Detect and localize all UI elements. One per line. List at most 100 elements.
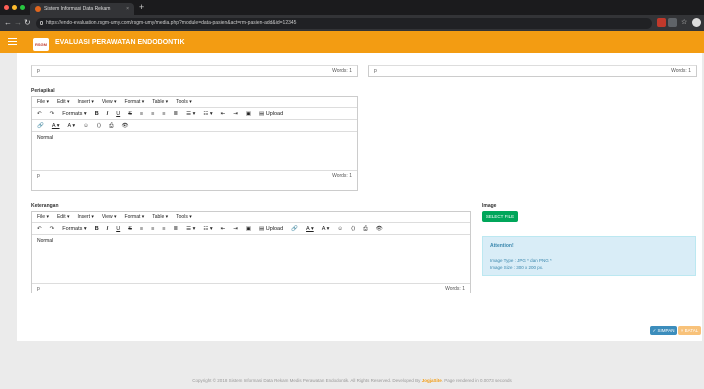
emoticons-icon[interactable]: ☺ [83,120,89,131]
periapikal-label: Periapikal [31,88,55,94]
formats-dropdown[interactable]: Formats ▾ [62,108,86,119]
align-center-icon[interactable]: ≡ [151,223,154,234]
reload-icon[interactable]: ↻ [24,15,31,31]
justify-icon[interactable]: ≣ [174,223,179,234]
bold-icon[interactable]: B [95,223,99,234]
back-arrow-icon[interactable]: ← [4,15,12,31]
periapikal-editor: File ▾ Edit ▾ Insert ▾ View ▾ Format ▾ Table … [31,96,358,191]
editor-content[interactable]: Normal [32,132,357,170]
element-path: p [37,173,40,179]
menu-tools[interactable]: Tools ▾ [176,212,192,222]
underline-icon[interactable]: U [116,108,120,119]
align-left-icon[interactable]: ≡ [140,223,143,234]
link-icon[interactable]: 🔗 [37,120,44,131]
print-icon[interactable]: ⎙ [109,120,113,131]
url-text: https://endo-evaluation.rsgm-umy.com/rsg… [46,20,297,26]
save-button[interactable]: ✓ SIMPAN [650,326,677,335]
editor-menubar: File ▾ Edit ▾ Insert ▾ View ▾ Format ▾ Table … [32,97,357,108]
code-icon[interactable]: ⟨⟩ [97,120,101,131]
menu-insert[interactable]: Insert ▾ [77,97,93,107]
menu-format[interactable]: Format ▾ [125,212,145,222]
underline-icon[interactable]: U [116,223,120,234]
bg-color-icon[interactable]: A ▾ [322,223,330,234]
word-count: Words: 1 [332,68,352,74]
extension-icon[interactable] [657,18,666,27]
image-icon[interactable]: ▣ [246,108,251,119]
preview-icon[interactable]: 👁 [376,223,383,234]
code-icon[interactable]: ⟨⟩ [351,223,355,234]
prev-editor-statusbar: p Words: 1 [31,65,358,77]
redo-icon[interactable]: ↷ [50,223,55,234]
undo-icon[interactable]: ↶ [37,108,42,119]
align-center-icon[interactable]: ≡ [151,108,154,119]
bullet-list-icon[interactable]: ☰ ▾ [186,108,195,119]
hamburger-menu-icon[interactable] [8,38,17,45]
upload-button[interactable]: ▤ Upload [259,108,283,119]
tab-title: Sistem Informasi Data Rekam [44,6,111,12]
element-path: p [374,68,377,74]
window-maximize-button[interactable] [20,5,25,10]
align-right-icon[interactable]: ≡ [162,108,165,119]
tab-close-icon[interactable]: × [126,3,129,15]
formats-dropdown[interactable]: Formats ▾ [62,223,86,234]
menu-file[interactable]: File ▾ [37,97,49,107]
word-count: Words: 1 [332,173,352,179]
extension-icon-2[interactable] [668,18,677,27]
app-logo: RSGM [33,38,49,51]
menu-table[interactable]: Table ▾ [152,212,168,222]
align-right-icon[interactable]: ≡ [162,223,165,234]
text-color-icon[interactable]: A ▾ [306,223,314,234]
bullet-list-icon[interactable]: ☰ ▾ [186,223,195,234]
lock-icon [40,21,43,25]
undo-icon[interactable]: ↶ [37,223,42,234]
menu-table[interactable]: Table ▾ [152,97,168,107]
menu-view[interactable]: View ▾ [102,212,117,222]
new-tab-button[interactable]: + [139,3,144,12]
image-icon[interactable]: ▣ [246,223,251,234]
bookmark-star-icon[interactable]: ☆ [681,15,687,31]
redo-icon[interactable]: ↷ [50,108,55,119]
numbered-list-icon[interactable]: ☷ ▾ [203,223,212,234]
browser-tab[interactable]: Sistem Informasi Data Rekam × [30,3,134,15]
italic-icon[interactable]: I [107,223,109,234]
text-color-icon[interactable]: A ▾ [52,120,60,131]
upload-button[interactable]: ▤ Upload [259,223,283,234]
menu-edit[interactable]: Edit ▾ [57,97,70,107]
bg-color-icon[interactable]: A ▾ [68,120,76,131]
forward-arrow-icon[interactable]: → [14,15,22,31]
cancel-button[interactable]: × BATAL [678,326,701,335]
emoticons-icon[interactable]: ☺ [337,223,343,234]
align-left-icon[interactable]: ≡ [140,108,143,119]
preview-icon[interactable]: 👁 [122,120,129,131]
editor-content[interactable]: Normal [32,235,470,283]
strikethrough-icon[interactable]: S [128,223,132,234]
link-icon[interactable]: 🔗 [291,223,298,234]
keterangan-label: Keterangan [31,203,59,209]
image-size-info: Image Size : 300 x 200 px. [490,265,544,270]
menu-view[interactable]: View ▾ [102,97,117,107]
outdent-icon[interactable]: ⇤ [221,223,226,234]
profile-avatar[interactable] [692,18,701,27]
menu-format[interactable]: Format ▾ [125,97,145,107]
address-bar[interactable]: https://endo-evaluation.rsgm-umy.com/rsg… [36,18,652,29]
bold-icon[interactable]: B [95,108,99,119]
image-label: Image [482,203,497,209]
menu-insert[interactable]: Insert ▾ [77,212,93,222]
page-footer: Copyright © 2018 Sistem Informasi Data R… [0,341,704,389]
strikethrough-icon[interactable]: S [128,108,132,119]
numbered-list-icon[interactable]: ☷ ▾ [203,108,212,119]
menu-edit[interactable]: Edit ▾ [57,212,70,222]
select-file-button[interactable]: SELECT FILE [482,211,518,222]
menu-tools[interactable]: Tools ▾ [176,97,192,107]
indent-icon[interactable]: ⇥ [233,223,238,234]
attention-alert: Attention! Image Type : JPG * dan PNG * … [482,236,696,276]
outdent-icon[interactable]: ⇤ [221,108,226,119]
menu-file[interactable]: File ▾ [37,212,49,222]
indent-icon[interactable]: ⇥ [233,108,238,119]
footer-brand-link[interactable]: JogjaSite [422,378,442,383]
window-close-button[interactable] [4,5,9,10]
window-minimize-button[interactable] [12,5,17,10]
print-icon[interactable]: ⎙ [363,223,367,234]
italic-icon[interactable]: I [107,108,109,119]
justify-icon[interactable]: ≣ [174,108,179,119]
